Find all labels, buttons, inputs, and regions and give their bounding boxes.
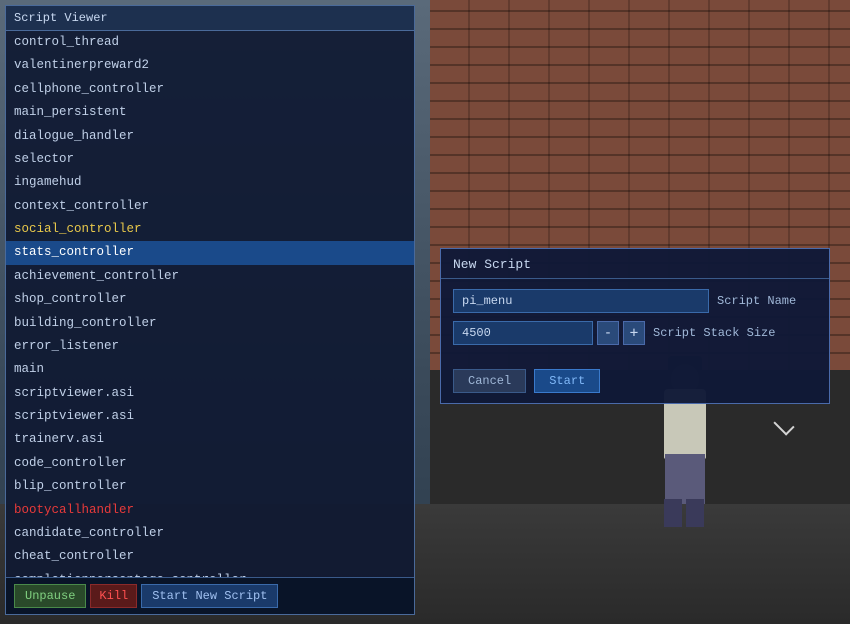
script-list-item[interactable]: building_controller (6, 312, 414, 335)
script-list-item[interactable]: shop_controller (6, 288, 414, 311)
stack-size-input[interactable] (453, 321, 593, 345)
script-list-item[interactable]: trainerv.asi (6, 428, 414, 451)
script-list-item[interactable]: valentinerpreward2 (6, 54, 414, 77)
script-list-item[interactable]: error_listener (6, 335, 414, 358)
script-list-item[interactable]: bootycallhandler (6, 499, 414, 522)
script-list-item[interactable]: achievement_controller (6, 265, 414, 288)
script-name-row: Script Name (453, 289, 817, 313)
script-list-item[interactable]: scriptviewer.asi (6, 405, 414, 428)
stack-size-row: - + Script Stack Size (453, 321, 817, 345)
script-list-item[interactable]: stats_controller (6, 241, 414, 264)
char-pants (665, 454, 705, 504)
stack-size-label: Script Stack Size (653, 326, 775, 340)
script-list-item[interactable]: main_persistent (6, 101, 414, 124)
script-name-input[interactable] (453, 289, 709, 313)
kill-button[interactable]: Kill (90, 584, 137, 608)
new-script-dialog-title: New Script (441, 249, 829, 279)
script-list-item[interactable]: candidate_controller (6, 522, 414, 545)
start-new-script-button[interactable]: Start New Script (141, 584, 278, 608)
char-leg-left (664, 499, 682, 527)
script-list-item[interactable]: main (6, 358, 414, 381)
new-script-dialog-footer: Cancel Start (441, 363, 829, 403)
script-list-item[interactable]: selector (6, 148, 414, 171)
unpause-button[interactable]: Unpause (14, 584, 86, 608)
new-script-dialog-body: Script Name - + Script Stack Size (441, 279, 829, 363)
script-viewer-panel: Script Viewer control_threadvalentinerpr… (5, 5, 415, 615)
new-script-dialog: New Script Script Name - + Script Stack … (440, 248, 830, 404)
stack-size-increment[interactable]: + (623, 321, 645, 345)
script-list-item[interactable]: scriptviewer.asi (6, 382, 414, 405)
script-list-item[interactable]: dialogue_handler (6, 125, 414, 148)
stack-size-controls: - + (453, 321, 645, 345)
start-button[interactable]: Start (534, 369, 600, 393)
script-list[interactable]: control_threadvalentinerpreward2cellphon… (6, 31, 414, 577)
script-viewer-footer: Unpause Kill Start New Script (6, 577, 414, 614)
script-list-item[interactable]: cheat_controller (6, 545, 414, 568)
cancel-button[interactable]: Cancel (453, 369, 526, 393)
script-list-item[interactable]: completionpercentage_controller (6, 569, 414, 577)
script-list-item[interactable]: social_controller (6, 218, 414, 241)
stack-size-decrement[interactable]: - (597, 321, 619, 345)
script-list-item[interactable]: blip_controller (6, 475, 414, 498)
script-list-item[interactable]: cellphone_controller (6, 78, 414, 101)
script-list-item[interactable]: code_controller (6, 452, 414, 475)
script-viewer-title: Script Viewer (6, 6, 414, 31)
char-leg-right (686, 499, 704, 527)
script-list-item[interactable]: ingamehud (6, 171, 414, 194)
script-list-item[interactable]: context_controller (6, 195, 414, 218)
script-name-label: Script Name (717, 294, 817, 308)
script-list-item[interactable]: control_thread (6, 31, 414, 54)
